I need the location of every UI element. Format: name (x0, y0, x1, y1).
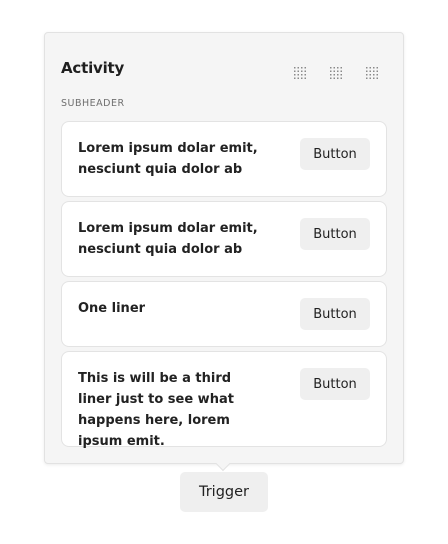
trigger-button[interactable]: Trigger (180, 472, 268, 512)
list-item-text: Lorem ipsum dolar emit, nesciunt quia do… (78, 221, 258, 257)
list-item: One liner Button (61, 281, 387, 347)
list-item-text: This is will be a third liner just to se… (78, 371, 234, 449)
activity-popover: Activity SUBHEADER Lorem ipsum dolar emi… (44, 32, 404, 464)
list-item: Lorem ipsum dolar emit, nesciunt quia do… (61, 201, 387, 277)
list-item-text: Lorem ipsum dolar emit, nesciunt quia do… (78, 141, 258, 177)
stage: Activity SUBHEADER Lorem ipsum dolar emi… (0, 0, 448, 544)
header-actions (294, 67, 378, 79)
grid-icon[interactable] (366, 67, 378, 79)
grid-icon[interactable] (294, 67, 306, 79)
popover-title: Activity (61, 59, 125, 77)
subheader: SUBHEADER (61, 98, 125, 109)
list-item: Lorem ipsum dolar emit, nesciunt quia do… (61, 121, 387, 197)
list-item-button[interactable]: Button (300, 138, 370, 170)
list-item-text: One liner (78, 301, 146, 316)
grid-icon[interactable] (330, 67, 342, 79)
list-item-button[interactable]: Button (300, 298, 370, 330)
list-item: This is will be a third liner just to se… (61, 351, 387, 449)
list-item-button[interactable]: Button (300, 368, 370, 400)
list-item-button[interactable]: Button (300, 218, 370, 250)
